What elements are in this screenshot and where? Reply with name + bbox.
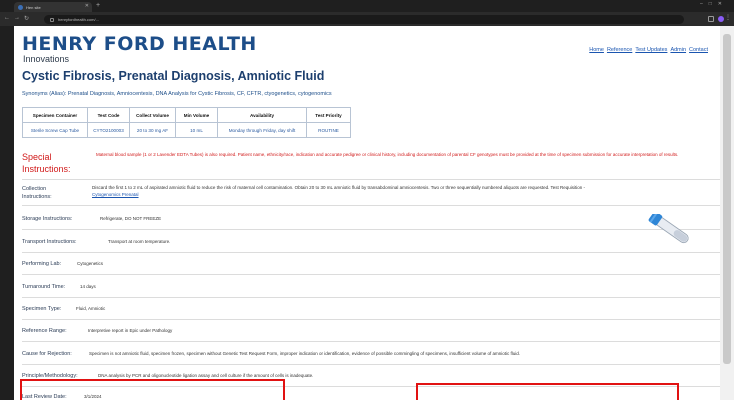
special-instructions-text: Maternal blood sample (1 or 2 Lavender E… xyxy=(96,152,679,157)
collection-label: Collection Instructions: xyxy=(22,186,52,200)
reference-range-value: Interpretive report in Epic under Pathol… xyxy=(88,328,173,333)
browser-window: Hen site ✕ + –□✕ ← → ↻ henryfordhealth.c… xyxy=(0,0,734,400)
rejection-value: Specimen is not amniotic fluid, specimen… xyxy=(89,351,521,356)
turnaround-value: 14 days xyxy=(80,284,96,289)
page-title: Cystic Fibrosis, Prenatal Diagnosis, Amn… xyxy=(22,69,325,83)
nav-reference-link[interactable]: Reference xyxy=(607,47,632,53)
tab-strip: Hen site ✕ + –□✕ xyxy=(0,0,734,12)
divider xyxy=(22,297,720,298)
nav-contact-link[interactable]: Contact xyxy=(689,47,708,53)
nav-home-link[interactable]: Home xyxy=(589,47,604,53)
divider xyxy=(22,252,720,253)
divider xyxy=(22,205,720,206)
logo[interactable]: HENRY FORD HEALTH Innovations xyxy=(22,34,257,64)
more-menu-icon[interactable]: ⋮ xyxy=(725,14,731,21)
forward-icon[interactable]: → xyxy=(14,15,20,21)
specimen-type-value: Fluid, Amniotic xyxy=(76,306,106,311)
page-content: HENRY FORD HEALTH Innovations Home Refer… xyxy=(14,26,720,400)
extension-icon[interactable] xyxy=(708,16,714,22)
reload-icon[interactable]: ↻ xyxy=(24,15,29,22)
transport-value: Transport at room temperature. xyxy=(108,239,171,244)
requisition-link[interactable]: Cytogenomics Prenatal xyxy=(92,192,139,197)
specimen-type-label: Specimen Type: xyxy=(22,306,62,312)
rejection-label: Cause for Rejection: xyxy=(22,351,72,357)
storage-label: Storage Instructions: xyxy=(22,216,73,222)
table-cell: 20 to 30 mg AF xyxy=(129,122,176,138)
column-header: Collect Volume xyxy=(129,107,176,123)
nav-admin-link[interactable]: Admin xyxy=(670,47,686,53)
highlight-box xyxy=(20,379,285,400)
collection-text: Discard the first 1 to 2 mL of aspirated… xyxy=(92,185,586,190)
table-cell: ROUTINE xyxy=(306,122,351,138)
collection-value: Discard the first 1 to 2 mL of aspirated… xyxy=(92,184,702,198)
divider xyxy=(22,274,720,275)
logo-wordmark: HENRY FORD HEALTH xyxy=(22,33,257,55)
turnaround-label: Turnaround Time: xyxy=(22,284,66,290)
nav-test-updates-link[interactable]: Test Updates xyxy=(635,47,667,53)
special-instructions-label: Special Instructions: xyxy=(22,152,71,174)
synonyms-text: Synonyms (Alias): Prenatal Diagnosis, Am… xyxy=(22,91,332,97)
new-tab-icon[interactable]: + xyxy=(96,2,100,10)
divider xyxy=(22,364,720,365)
specimen-tube-icon xyxy=(648,214,689,244)
table-header-row: Specimen Container Test Code Collect Vol… xyxy=(22,107,351,123)
column-header: Test Priority xyxy=(306,107,351,123)
favicon-icon xyxy=(18,4,23,10)
column-header: Availability xyxy=(217,107,307,123)
url-text: henryfordhealth.com/... xyxy=(58,17,99,22)
back-icon[interactable]: ← xyxy=(4,15,10,21)
column-header: Specimen Container xyxy=(22,107,88,123)
performing-lab-value: Cytogenetics xyxy=(77,261,104,266)
divider xyxy=(22,179,720,180)
highlight-box xyxy=(416,383,679,400)
window-controls-icon[interactable]: –□✕ xyxy=(700,1,728,7)
storage-value: Refrigerate, DO NOT FREEZE xyxy=(100,216,162,221)
profile-avatar[interactable] xyxy=(718,16,724,22)
address-bar: ← → ↻ henryfordhealth.com/... ⋮ xyxy=(0,12,734,26)
close-icon[interactable]: ✕ xyxy=(85,3,89,9)
specimen-table: Specimen Container Test Code Collect Vol… xyxy=(22,107,351,138)
scrollbar-thumb[interactable] xyxy=(723,34,731,364)
methodology-value: DNA analysis by PCR and oligonucleotide … xyxy=(98,373,314,378)
logo-subtitle: Innovations xyxy=(23,54,70,64)
top-nav: Home Reference Test Updates Admin Contac… xyxy=(589,47,708,53)
table-row: Sterile Screw Cap Tube CYTO2100003 20 to… xyxy=(22,122,351,138)
divider xyxy=(22,319,720,320)
column-header: Min Volume xyxy=(175,107,218,123)
column-header: Test Code xyxy=(87,107,130,123)
divider xyxy=(22,341,720,342)
lock-icon xyxy=(50,17,54,22)
browser-tab[interactable]: Hen site ✕ xyxy=(14,2,92,12)
table-cell: CYTO2100003 xyxy=(87,122,130,138)
table-cell: 10 mL xyxy=(175,122,218,138)
table-cell: Sterile Screw Cap Tube xyxy=(22,122,88,138)
url-input[interactable]: henryfordhealth.com/... xyxy=(44,15,684,24)
reference-range-label: Reference Range: xyxy=(22,328,67,334)
tab-title: Hen site xyxy=(26,4,41,10)
transport-label: Transport Instructions: xyxy=(22,239,77,245)
scrollbar[interactable] xyxy=(720,26,734,400)
table-cell: Monday through Friday, day shift xyxy=(217,122,307,138)
divider xyxy=(22,229,720,230)
performing-lab-label: Performing Lab: xyxy=(22,261,62,267)
